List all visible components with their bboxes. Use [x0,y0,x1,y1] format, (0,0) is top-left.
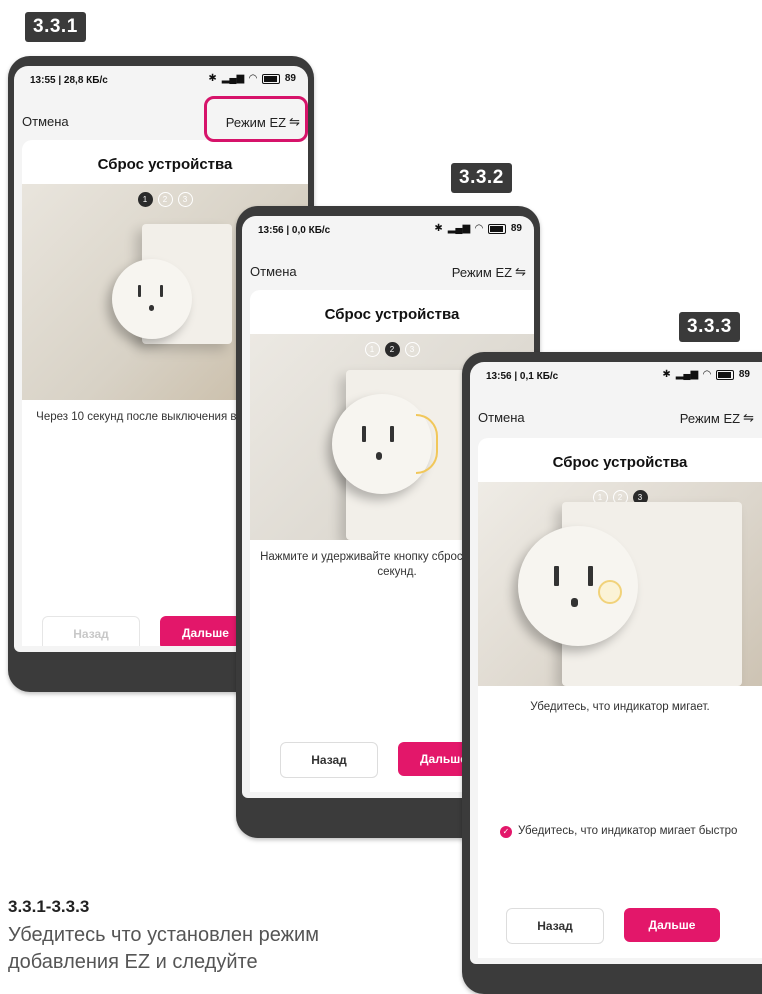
cancel-button[interactable]: Отмена [250,264,297,279]
battery-icon [261,73,280,84]
cancel-button[interactable]: Отмена [478,410,525,425]
status-bar: 13:56 | 0,1 КБ/с ✱ ▂▄▆ ◠ 89 [470,362,762,388]
battery-icon [487,223,506,234]
status-icons: ✱ ▂▄▆ ◠ 89 [208,73,296,84]
next-button[interactable]: Дальше [624,908,720,942]
card-title: Сброс устройства [324,306,460,323]
phone-screen: 13:56 | 0,1 КБ/с ✱ ▂▄▆ ◠ 89 Отмена Режим… [470,362,762,964]
socket-slot-left [554,566,559,586]
step-dot-1: 1 [137,192,153,207]
step-indicator: 1 2 3 [22,192,308,207]
status-icons: ✱ ▂▄▆ ◠ 89 [434,223,522,234]
step-label-3-3-2: 3.3.2 [451,163,512,193]
back-button[interactable]: Назад [280,742,378,778]
caption-title: 3.3.1-3.3.3 [8,897,90,916]
socket-slot-right [588,566,593,586]
card-title: Сброс устройства [552,454,688,471]
phone-step-3: 13:56 | 0,1 КБ/с ✱ ▂▄▆ ◠ 89 Отмена Режим… [462,352,762,994]
step-dot-2: 2 [384,342,400,357]
signal-icon: ▂▄▆ [221,73,245,84]
reset-card: Сброс устройства 1 2 3 Убедитесь, что ин… [478,438,762,958]
step-label-3-3-3: 3.3.3 [679,312,740,342]
checkmark-icon[interactable]: ✓ [500,826,512,838]
socket-ground [149,305,154,311]
step-dot-3: 3 [177,192,193,207]
socket-slot-right [390,426,394,442]
ez-mode-highlight [204,96,308,142]
back-button[interactable]: Назад [42,616,140,646]
ez-mode-label: Режим EZ [451,264,513,280]
signal-icon: ▂▄▆ [447,223,471,234]
back-button[interactable]: Назад [506,908,604,944]
bluetooth-icon: ✱ [208,73,217,84]
app-header: Отмена Режим EZ ⇋ [242,256,534,286]
ez-mode-button[interactable]: Режим EZ ⇋ [452,264,526,280]
step-dot-3: 3 [404,342,420,357]
socket-ground [571,598,578,607]
status-icons: ✱ ▂▄▆ ◠ 89 [662,369,750,380]
smart-plug [112,259,192,339]
battery-icon [715,369,734,380]
status-time: 13:55 | 28,8 КБ/с [30,75,108,86]
swap-icon: ⇋ [515,264,526,279]
socket-slot-left [362,426,366,442]
status-time: 13:56 | 0,0 КБ/с [258,225,331,236]
socket-slot-right [160,285,163,297]
device-photo: 1 2 3 [478,482,762,686]
wifi-icon: ◠ [249,73,257,84]
instruction-text: Убедитесь, что индикатор мигает. [530,701,710,713]
battery-level: 89 [738,369,750,380]
confirm-checkbox-label: Убедитесь, что индикатор мигает быстро [518,825,738,837]
battery-level: 89 [510,223,522,234]
indicator-light [598,580,622,604]
step-dot-2: 2 [157,192,173,207]
signal-icon: ▂▄▆ [675,369,699,380]
ez-mode-button[interactable]: Режим EZ ⇋ [680,410,754,426]
app-header: Отмена Режим EZ ⇋ [470,402,762,432]
cancel-button[interactable]: Отмена [22,114,69,129]
status-bar: 13:56 | 0,0 КБ/с ✱ ▂▄▆ ◠ 89 [242,216,534,242]
caption-text: Убедитесь что установлен режим добавлени… [8,924,319,973]
socket-ground [376,452,382,460]
socket-slot-left [138,285,141,297]
battery-level: 89 [284,73,296,84]
card-title: Сброс устройства [97,156,233,173]
bluetooth-icon: ✱ [434,223,443,234]
status-bar: 13:55 | 28,8 КБ/с ✱ ▂▄▆ ◠ 89 [14,66,308,92]
status-time: 13:56 | 0,1 КБ/с [486,371,559,382]
confirm-checkbox-row[interactable]: ✓ Убедитесь, что индикатор мигает быстро [500,824,748,838]
ez-mode-label: Режим EZ [679,410,741,426]
wifi-icon: ◠ [703,369,711,380]
step-label-3-3-1: 3.3.1 [25,12,86,42]
swap-icon: ⇋ [743,410,754,425]
step-dot-1: 1 [364,342,380,357]
wifi-icon: ◠ [475,223,483,234]
bluetooth-icon: ✱ [662,369,671,380]
